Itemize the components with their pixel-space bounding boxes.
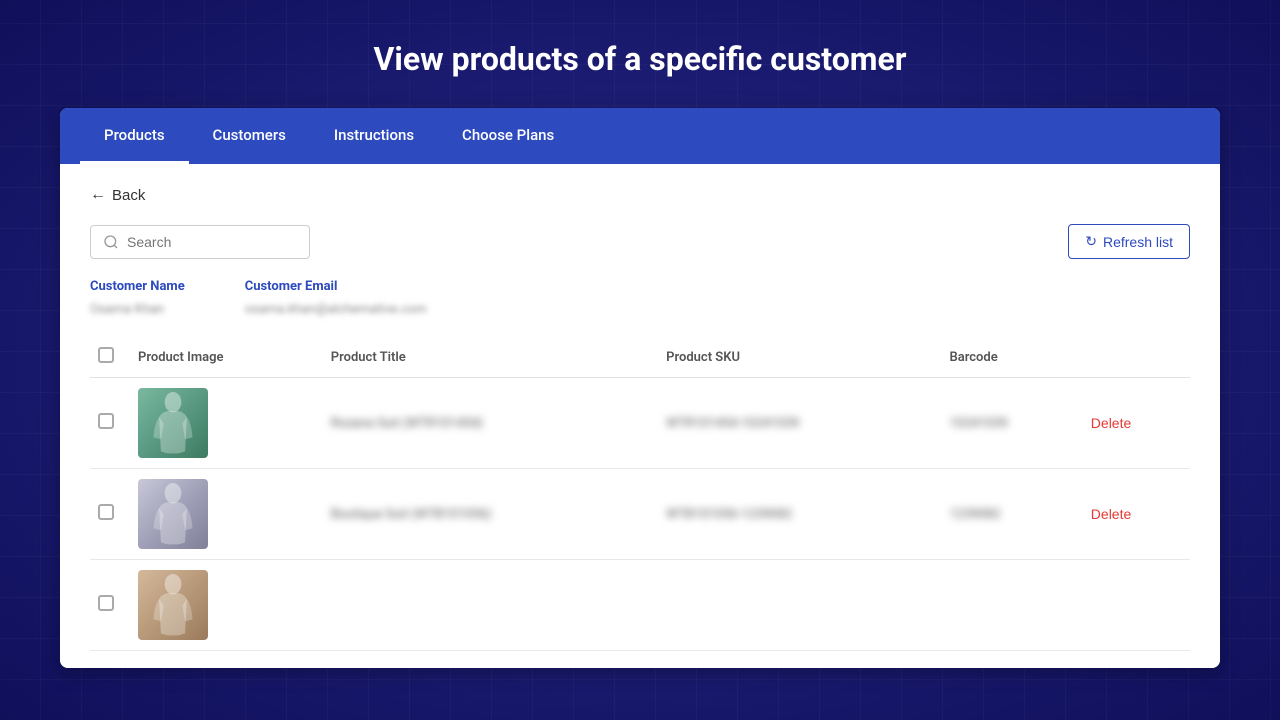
- product-barcode-1: 10241039: [941, 378, 1082, 469]
- th-product-sku: Product SKU: [658, 337, 941, 378]
- table-row: Boutique Suit (WTB101056)WTB101056-12390…: [90, 469, 1190, 560]
- header-checkbox[interactable]: [98, 347, 114, 363]
- search-input[interactable]: [127, 234, 297, 250]
- back-button[interactable]: ← Back: [90, 186, 145, 204]
- customer-info: Customer Name Osama Khan Customer Email …: [90, 279, 1190, 317]
- product-title-2: Boutique Suit (WTB101056): [323, 469, 658, 560]
- product-image-2: [138, 479, 208, 549]
- table-row: Rozana Suit (WTR101454)WTR101454-1024103…: [90, 378, 1190, 469]
- refresh-icon: ↻: [1085, 233, 1097, 250]
- delete-button-2[interactable]: Delete: [1091, 506, 1131, 522]
- product-image-1: [138, 388, 208, 458]
- product-image-cell-3: [130, 560, 323, 651]
- customer-email-label: Customer Email: [245, 279, 427, 294]
- customer-email-field: Customer Email osama.khan@alchemative.co…: [245, 279, 427, 317]
- product-sku-1: WTR101454-10241039: [658, 378, 941, 469]
- customer-name-label: Customer Name: [90, 279, 185, 294]
- product-image-cell-1: [130, 378, 323, 469]
- customer-name-value: Osama Khan: [90, 302, 164, 317]
- row-checkbox-1[interactable]: [98, 413, 114, 429]
- product-barcode-3: [941, 560, 1082, 651]
- customer-email-value: osama.khan@alchemative.com: [245, 302, 427, 317]
- nav-item-products[interactable]: Products: [80, 108, 189, 164]
- product-action-2: Delete: [1083, 469, 1190, 560]
- table-header-row: Product Image Product Title Product SKU …: [90, 337, 1190, 378]
- page-title: View products of a specific customer: [373, 40, 906, 78]
- main-card: Products Customers Instructions Choose P…: [60, 108, 1220, 668]
- product-action-3: [1083, 560, 1190, 651]
- th-product-title: Product Title: [323, 337, 658, 378]
- nav-item-customers[interactable]: Customers: [189, 108, 310, 164]
- search-box[interactable]: [90, 225, 310, 259]
- nav-bar: Products Customers Instructions Choose P…: [60, 108, 1220, 164]
- th-action: [1083, 337, 1190, 378]
- search-refresh-row: ↻ Refresh list: [90, 224, 1190, 259]
- product-action-1: Delete: [1083, 378, 1190, 469]
- content-area: ← Back ↻ Refresh list Customer Name Osam…: [60, 164, 1220, 668]
- product-table: Product Image Product Title Product SKU …: [90, 337, 1190, 651]
- back-label: Back: [112, 187, 145, 204]
- refresh-button[interactable]: ↻ Refresh list: [1068, 224, 1190, 259]
- th-product-image: Product Image: [130, 337, 323, 378]
- table-row: [90, 560, 1190, 651]
- row-checkbox-2[interactable]: [98, 504, 114, 520]
- nav-item-instructions[interactable]: Instructions: [310, 108, 438, 164]
- back-arrow-icon: ←: [90, 186, 106, 204]
- product-image-3: [138, 570, 208, 640]
- product-title-3: [323, 560, 658, 651]
- product-barcode-2: 1239082: [941, 469, 1082, 560]
- product-image-cell-2: [130, 469, 323, 560]
- product-sku-3: [658, 560, 941, 651]
- product-title-1: Rozana Suit (WTR101454): [323, 378, 658, 469]
- delete-button-1[interactable]: Delete: [1091, 415, 1131, 431]
- row-checkbox-3[interactable]: [98, 595, 114, 611]
- customer-name-field: Customer Name Osama Khan: [90, 279, 185, 317]
- nav-item-choose-plans[interactable]: Choose Plans: [438, 108, 578, 164]
- th-barcode: Barcode: [941, 337, 1082, 378]
- search-icon: [103, 234, 119, 250]
- refresh-label: Refresh list: [1103, 234, 1173, 250]
- product-sku-2: WTB101056-1239082: [658, 469, 941, 560]
- th-checkbox: [90, 337, 130, 378]
